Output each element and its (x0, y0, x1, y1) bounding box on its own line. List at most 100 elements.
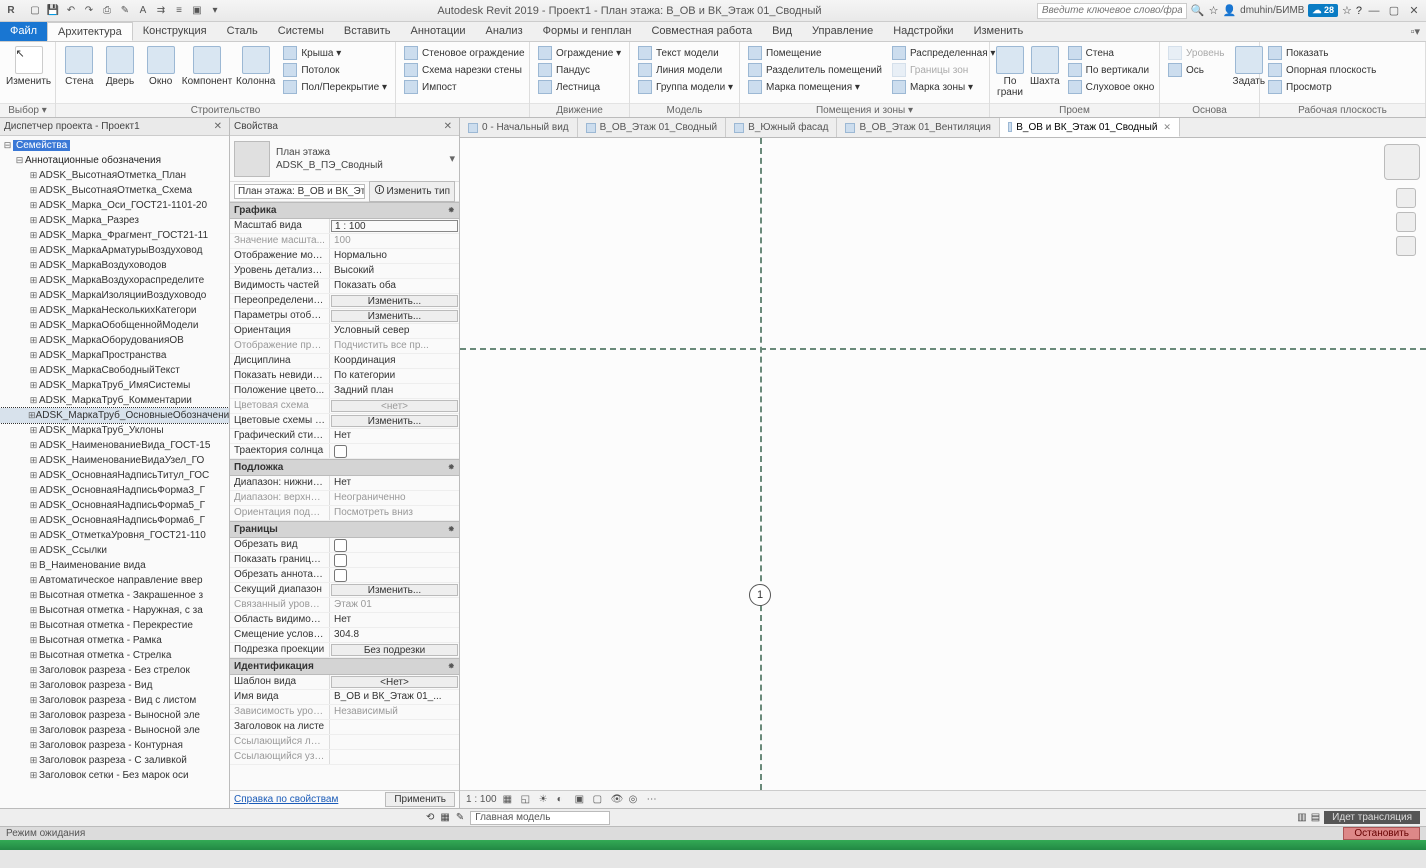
tree-item[interactable]: ⊞Заголовок разреза - Выносной эле (0, 723, 229, 738)
steering-wheel-icon[interactable] (1396, 188, 1416, 208)
drawing-canvas[interactable]: 1 (460, 138, 1426, 790)
tree-item[interactable]: ⊞ADSK_Ссылки (0, 543, 229, 558)
shadows-icon[interactable]: ◐ (557, 794, 569, 806)
property-row[interactable]: Цветовые схемы с...Изменить... (230, 414, 459, 429)
model-group-button[interactable]: Группа модели ▾ (636, 79, 735, 95)
chevron-down-icon[interactable]: ▾ (449, 152, 455, 165)
property-row[interactable]: Показать невидим...По категории (230, 369, 459, 384)
property-group-header[interactable]: Идентификация⁕ (230, 658, 459, 675)
status-icon[interactable]: ▤ (1311, 812, 1320, 823)
ribbon-tab[interactable]: Вставить (334, 22, 401, 41)
tree-item[interactable]: ⊞Высотная отметка - Наружная, с за (0, 603, 229, 618)
workset-combo[interactable]: Главная модель (470, 811, 610, 825)
notification-badge[interactable]: ☁ 28 (1308, 4, 1338, 17)
qat-icon[interactable]: ≡ (172, 4, 186, 18)
curtain-wall-button[interactable]: Стеновое ограждение (402, 45, 527, 61)
search-icon[interactable]: 🔍 (1191, 4, 1205, 17)
undo-icon[interactable]: ↶ (64, 4, 78, 18)
tree-item[interactable]: ⊞Заголовок разреза - С заливкой (0, 753, 229, 768)
ribbon-tab[interactable]: Системы (268, 22, 334, 41)
filter-icon[interactable]: ▥ (1297, 812, 1306, 823)
window-button[interactable]: Окно (141, 44, 180, 89)
properties-header[interactable]: Свойства ✕ (230, 118, 459, 136)
property-row[interactable]: Видимость частейПоказать оба (230, 279, 459, 294)
curtain-grid-button[interactable]: Схема нарезки стены (402, 62, 527, 78)
close-icon[interactable]: ✕ (441, 121, 455, 132)
pan-icon[interactable] (1396, 212, 1416, 232)
ramp-button[interactable]: Пандус (536, 62, 623, 78)
ribbon-tab[interactable]: Вид (762, 22, 802, 41)
tree-category[interactable]: ⊟Аннотационные обозначения (0, 153, 229, 168)
property-row[interactable]: Подрезка проекцииБез подрезки (230, 643, 459, 658)
property-row[interactable]: Область видимостиНет (230, 613, 459, 628)
property-row[interactable]: Смещение условн...304.8 (230, 628, 459, 643)
panel-label[interactable]: Помещения и зоны ▾ (740, 103, 989, 117)
property-row[interactable]: Значение масшта...100 (230, 234, 459, 249)
status-icon[interactable]: ⟲ (426, 812, 434, 823)
model-line-button[interactable]: Линия модели (636, 62, 735, 78)
tree-item[interactable]: ⊞Высотная отметка - Перекрестие (0, 618, 229, 633)
tree-item[interactable]: ⊞Заголовок разреза - Контурная (0, 738, 229, 753)
tree-item[interactable]: ⊞ADSK_ВысотнаяОтметка_Схема (0, 183, 229, 198)
qat-dropdown-icon[interactable]: ▾ (208, 4, 222, 18)
tree-item[interactable]: ⊞Заголовок разреза - Вид (0, 678, 229, 693)
property-row[interactable]: ОриентацияУсловный север (230, 324, 459, 339)
signin-icon[interactable]: ☆ (1209, 4, 1219, 17)
minimize-icon[interactable]: — (1366, 4, 1382, 18)
ribbon-tab[interactable]: Формы и генплан (533, 22, 642, 41)
property-row[interactable]: Имя видаВ_ОВ и ВК_Этаж 01_... (230, 690, 459, 705)
ref-plane-button[interactable]: Опорная плоскость (1266, 62, 1378, 78)
tree-item[interactable]: ⊞ADSK_МаркаНесколькихКатегори (0, 303, 229, 318)
ceiling-button[interactable]: Потолок (281, 62, 389, 78)
redo-icon[interactable]: ↷ (82, 4, 96, 18)
property-row[interactable]: Траектория солнца (230, 444, 459, 459)
tree-item[interactable]: ⊞Высотная отметка - Рамка (0, 633, 229, 648)
tree-item[interactable]: ⊞ADSK_Марка_Фрагмент_ГОСТ21-11 (0, 228, 229, 243)
property-group-header[interactable]: Границы⁕ (230, 521, 459, 538)
tree-item[interactable]: ⊞Заголовок сетки - Без марок оси (0, 768, 229, 783)
tree-item[interactable]: ⊞Автоматическое направление ввер (0, 573, 229, 588)
qat-icon[interactable]: ✎ (118, 4, 132, 18)
room-separator-button[interactable]: Разделитель помещений (746, 62, 884, 78)
close-icon[interactable]: ✕ (1406, 4, 1422, 18)
view-tab[interactable]: В_ОВ_Этаж 01_Вентиляция (837, 118, 1000, 137)
apply-button[interactable]: Применить (385, 792, 455, 807)
detail-level-icon[interactable]: ▦ (503, 794, 515, 806)
status-icon[interactable]: ▦ (440, 812, 449, 823)
ribbon-tab[interactable]: Конструкция (133, 22, 217, 41)
ribbon-tab[interactable]: Изменить (964, 22, 1034, 41)
tree-item[interactable]: ⊞ADSK_ВысотнаяОтметка_План (0, 168, 229, 183)
property-row[interactable]: Ссылающийся лист (230, 735, 459, 750)
ribbon-tab[interactable]: Совместная работа (641, 22, 762, 41)
mullion-button[interactable]: Импост (402, 79, 527, 95)
ribbon-tab[interactable]: Сталь (217, 22, 268, 41)
ribbon-tab[interactable]: Анализ (475, 22, 532, 41)
tree-item[interactable]: ⊞ADSK_МаркаИзоляцииВоздуховодо (0, 288, 229, 303)
property-row[interactable]: Показать границу ... (230, 553, 459, 568)
user-name[interactable]: dmuhin/БИМВ (1240, 5, 1304, 16)
tree-item[interactable]: ⊞Высотная отметка - Стрелка (0, 648, 229, 663)
view-scale[interactable]: 1 : 100 (466, 794, 497, 805)
column-button[interactable]: Колонна (234, 44, 277, 89)
wall-opening-button[interactable]: Стена (1066, 45, 1157, 61)
property-row[interactable]: Ссылающийся узел (230, 750, 459, 765)
property-row[interactable]: Ориентация подло...Посмотреть вниз (230, 506, 459, 521)
close-icon[interactable]: ✕ (1163, 122, 1171, 133)
zoom-icon[interactable] (1396, 236, 1416, 256)
type-selector-dropdown[interactable]: План этажа: В_ОВ и ВК_Эт ▾ (234, 184, 365, 199)
property-group-header[interactable]: Графика⁕ (230, 202, 459, 219)
tree-item[interactable]: ⊞ADSK_Марка_Разрез (0, 213, 229, 228)
room-button[interactable]: Помещение (746, 45, 884, 61)
room-tag-button[interactable]: Марка помещения ▾ (746, 79, 884, 95)
save-icon[interactable]: 💾 (46, 4, 60, 18)
view-cube[interactable] (1384, 144, 1420, 180)
hide-isolate-icon[interactable]: 👁 (611, 794, 623, 806)
tree-item[interactable]: ⊞ADSK_МаркаТруб_Комментарии (0, 393, 229, 408)
tree-root[interactable]: ⊟Семейства (0, 138, 229, 153)
property-row[interactable]: Связанный уровеньЭтаж 01 (230, 598, 459, 613)
door-button[interactable]: Дверь (101, 44, 140, 89)
view-props-icon[interactable]: ⋯ (647, 794, 659, 806)
help-search-input[interactable] (1037, 3, 1187, 19)
view-tab[interactable]: В_Южный фасад (726, 118, 837, 137)
tree-item[interactable]: ⊞Высотная отметка - Закрашенное з (0, 588, 229, 603)
